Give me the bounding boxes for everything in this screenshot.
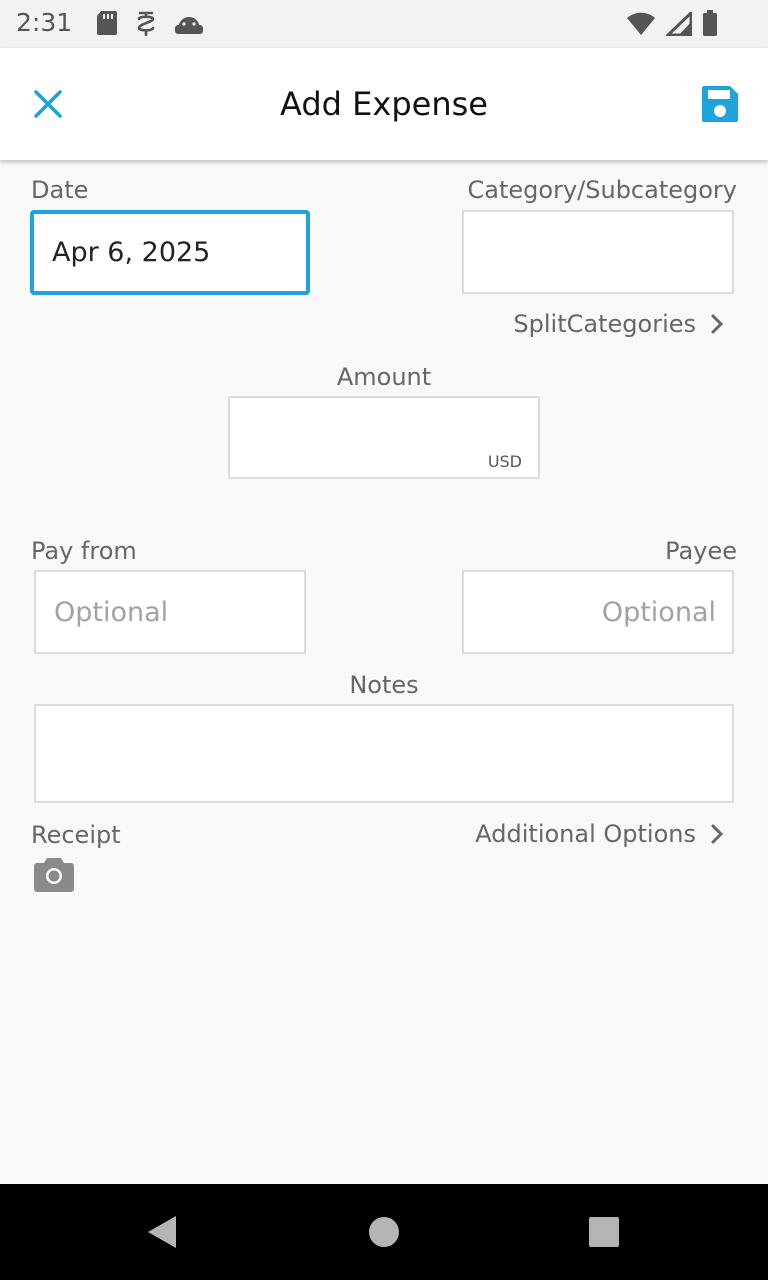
notes-field[interactable] bbox=[34, 704, 734, 803]
payee-placeholder: Optional bbox=[601, 597, 716, 628]
chevron-right-icon bbox=[710, 823, 724, 845]
amount-label: Amount bbox=[336, 363, 432, 391]
additional-options-label: Additional Options bbox=[475, 820, 696, 848]
category-label: Category/Subcategory bbox=[467, 176, 737, 204]
save-icon bbox=[702, 86, 738, 122]
home-button[interactable] bbox=[364, 1212, 404, 1252]
receipt-label: Receipt bbox=[31, 821, 121, 849]
camera-button[interactable] bbox=[34, 856, 74, 892]
payee-field[interactable]: Optional bbox=[462, 570, 734, 654]
status-right-icons bbox=[626, 10, 718, 36]
home-icon bbox=[369, 1217, 399, 1247]
pay-from-label: Pay from bbox=[31, 537, 137, 565]
app-bar: Add Expense bbox=[0, 48, 768, 160]
android-icon bbox=[174, 10, 204, 36]
split-categories-link[interactable]: SplitCategories bbox=[513, 310, 724, 338]
status-left-icons bbox=[96, 10, 204, 36]
wifi-icon bbox=[626, 12, 656, 36]
notes-label: Notes bbox=[349, 671, 419, 699]
recents-icon bbox=[589, 1217, 619, 1247]
pay-from-placeholder: Optional bbox=[54, 597, 169, 628]
pay-from-field[interactable]: Optional bbox=[34, 570, 306, 654]
category-field[interactable] bbox=[462, 210, 734, 294]
additional-options-link[interactable]: Additional Options bbox=[475, 820, 724, 848]
chevron-right-icon bbox=[710, 313, 724, 335]
date-label: Date bbox=[31, 176, 89, 204]
navigation-bar bbox=[0, 1184, 768, 1280]
payee-label: Payee bbox=[665, 537, 737, 565]
camera-icon bbox=[34, 858, 74, 892]
status-time: 2:31 bbox=[16, 8, 73, 37]
signal-icon bbox=[666, 12, 692, 36]
amount-field[interactable]: USD bbox=[228, 396, 540, 479]
page-title: Add Expense bbox=[280, 85, 488, 123]
recents-button[interactable] bbox=[584, 1212, 624, 1252]
back-button[interactable] bbox=[144, 1212, 184, 1252]
status-bar: 2:31 bbox=[0, 0, 768, 48]
wired-icon bbox=[134, 10, 158, 36]
back-icon bbox=[148, 1216, 176, 1248]
battery-icon bbox=[702, 10, 718, 36]
split-categories-label: SplitCategories bbox=[513, 310, 696, 338]
sd-card-icon bbox=[96, 10, 118, 36]
date-field[interactable]: Apr 6, 2025 bbox=[30, 210, 310, 295]
date-value: Apr 6, 2025 bbox=[52, 237, 211, 268]
currency-label: USD bbox=[487, 452, 522, 471]
save-button[interactable] bbox=[700, 84, 740, 124]
